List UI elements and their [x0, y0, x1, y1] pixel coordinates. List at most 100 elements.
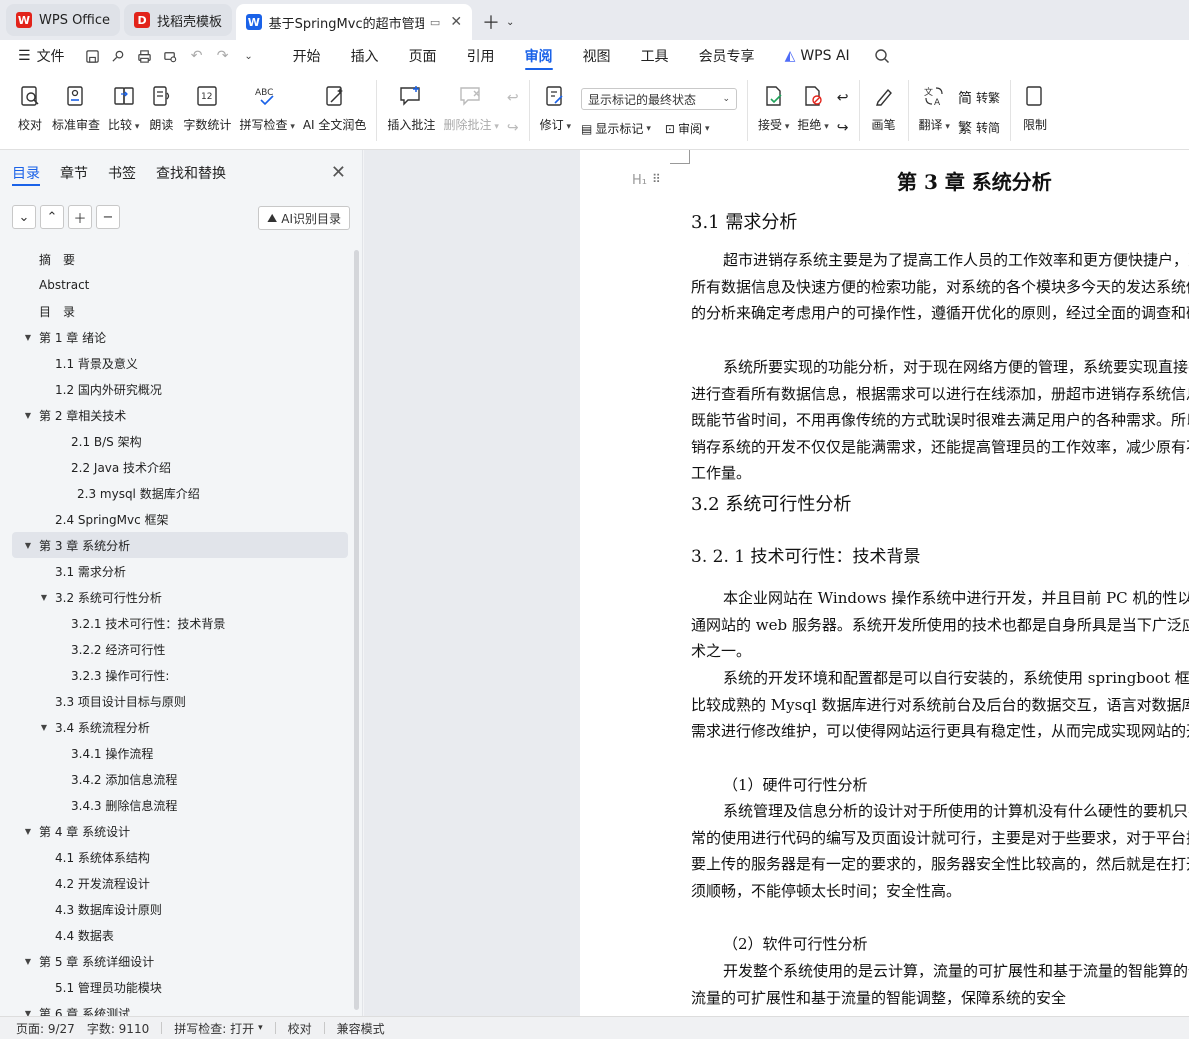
pen-button[interactable]: 画笔 [866, 76, 902, 149]
word-count-indicator[interactable]: 字数: 9110 [87, 1020, 161, 1037]
show-markup-button[interactable]: ▤ 显示标记 ▾ [581, 120, 651, 137]
expand-triangle-icon[interactable]: ▼ [21, 333, 35, 342]
toc-item[interactable]: 3.2.2 经济可行性 [0, 636, 352, 662]
toc-item[interactable]: ▼ 第 1 章 绪论 [0, 324, 352, 350]
toc-item[interactable]: 1.2 国内外研究概况 [0, 376, 352, 402]
expand-triangle-icon[interactable]: ▼ [37, 723, 51, 732]
accept-button[interactable]: 接受 ▾ [754, 76, 793, 149]
toc-item[interactable]: ▼ 第 2 章相关技术 [0, 402, 352, 428]
previous-change-icon[interactable]: ↩ [837, 90, 849, 106]
toc-item[interactable]: 2.3 mysql 数据库介绍 [0, 480, 352, 506]
menu-references[interactable]: 引用 [452, 40, 510, 72]
toc-item[interactable]: 3.2.1 技术可行性：技术背景 [0, 610, 352, 636]
tab-bookmarks[interactable]: 书签 [108, 150, 136, 196]
tab-document[interactable]: W 基于SpringMvc的超市管理系 ▭ ✕ [236, 4, 473, 40]
quick-access-chevron-icon[interactable]: ⌄ [236, 51, 262, 62]
toc-item[interactable]: 2.2 Java 技术介绍 [0, 454, 352, 480]
previous-comment-icon[interactable]: ↩ [507, 90, 519, 106]
toc-item[interactable]: 3.2.3 操作可行性: [0, 662, 352, 688]
expand-triangle-icon[interactable]: ▼ [21, 827, 35, 836]
compare-button[interactable]: 比较 ▾ [104, 76, 143, 149]
delete-comment-button[interactable]: 删除批注 ▾ [439, 76, 502, 149]
document-page[interactable]: H₁ ⠿ 第 3 章 系统分析 3.1 需求分析 超市进销存系统主要是为了提高工… [580, 150, 1189, 1016]
toc-scrollbar[interactable] [354, 250, 359, 1010]
spell-check-status[interactable]: 拼写检查: 打开 ▾ [174, 1020, 274, 1037]
read-aloud-button[interactable]: 朗读 [143, 76, 179, 149]
save-icon[interactable] [80, 49, 106, 64]
close-pane-icon[interactable]: ✕ [331, 162, 346, 183]
tab-templates[interactable]: D 找稻壳模板 [124, 4, 233, 36]
track-changes-button[interactable]: 修订 ▾ [536, 76, 575, 149]
expand-triangle-icon[interactable]: ▼ [21, 957, 35, 966]
page-indicator[interactable]: 页面: 9/27 [16, 1020, 87, 1037]
tab-wps-office[interactable]: W WPS Office [6, 4, 121, 36]
tab-find-replace[interactable]: 查找和替换 [156, 150, 226, 196]
print-icon[interactable] [132, 49, 158, 64]
search-icon[interactable] [869, 48, 895, 64]
toc-item[interactable]: 3.4.2 添加信息流程 [0, 766, 352, 792]
toc-item[interactable]: 3.4.1 操作流程 [0, 740, 352, 766]
insert-comment-button[interactable]: 插入批注 [383, 76, 439, 149]
add-heading-plus-icon[interactable]: ＋ [68, 205, 92, 229]
menu-tools[interactable]: 工具 [626, 40, 684, 72]
next-change-icon[interactable]: ↪ [837, 120, 849, 136]
new-tab-button[interactable]: ＋ [476, 4, 506, 40]
redo-icon[interactable]: ↷ [210, 48, 236, 64]
toc-item[interactable]: Abstract [0, 272, 352, 298]
collapse-chevron-up-icon[interactable]: ⌃ [40, 205, 64, 229]
expand-triangle-icon[interactable]: ▼ [21, 1009, 35, 1017]
heading-marker-icon[interactable]: H₁ [632, 173, 647, 188]
toc-item[interactable]: 5.1 管理员功能模块 [0, 974, 352, 1000]
toc-item[interactable]: ▼ 第 4 章 系统设计 [0, 818, 352, 844]
undo-icon[interactable]: ↶ [184, 48, 210, 64]
toc-item[interactable]: 3.4.3 删除信息流程 [0, 792, 352, 818]
menu-view[interactable]: 视图 [568, 40, 626, 72]
to-simplified-button[interactable]: 繁 转简 [958, 118, 1000, 138]
toc-item[interactable]: ▼ 3.2 系统可行性分析 [0, 584, 352, 610]
reviewing-pane-button[interactable]: ⊡ 审阅 ▾ [665, 120, 710, 137]
ai-recognize-toc-button[interactable]: ⛰ AI识别目录 [258, 206, 350, 230]
ai-polish-button[interactable]: AI 全文润色 [299, 76, 371, 149]
toc-item[interactable]: ▼ 第 6 章 系统测试 [0, 1000, 352, 1017]
print-preview-icon[interactable] [158, 49, 184, 64]
toc-item[interactable]: 3.3 项目设计目标与原则 [0, 688, 352, 714]
expand-chevron-down-icon[interactable]: ⌄ [12, 205, 36, 229]
close-tab-icon[interactable]: ✕ [450, 14, 462, 30]
toc-item[interactable]: 目 录 [0, 298, 352, 324]
toc-item[interactable]: 3.1 需求分析 [0, 558, 352, 584]
menu-wps-ai[interactable]: ◭ WPS AI [770, 40, 865, 72]
reject-button[interactable]: 拒绝 ▾ [793, 76, 832, 149]
markup-display-select[interactable]: 显示标记的最终状态 ⌄ [580, 88, 737, 110]
to-traditional-button[interactable]: 简 转繁 [958, 88, 1000, 108]
remove-heading-minus-icon[interactable]: − [96, 205, 120, 229]
toc-item[interactable]: 2.1 B/S 架构 [0, 428, 352, 454]
menu-review[interactable]: 审阅 [510, 40, 568, 72]
tab-toc[interactable]: 目录 [12, 150, 40, 196]
toc-item[interactable]: ▼ 3.4 系统流程分析 [0, 714, 352, 740]
menu-page[interactable]: 页面 [394, 40, 452, 72]
expand-triangle-icon[interactable]: ▼ [21, 541, 35, 550]
tab-list-chevron-icon[interactable]: ⌄ [506, 4, 514, 40]
word-count-button[interactable]: 12 字数统计 [179, 76, 235, 149]
menu-membership[interactable]: 会员专享 [684, 40, 770, 72]
next-comment-icon[interactable]: ↪ [507, 120, 519, 136]
drag-handle-icon[interactable]: ⠿ [652, 172, 661, 186]
standard-review-button[interactable]: 标准审查 [48, 76, 104, 149]
toc-item[interactable]: ▼ 第 3 章 系统分析 [12, 532, 348, 558]
link-icon[interactable] [106, 49, 132, 64]
expand-triangle-icon[interactable]: ▼ [21, 411, 35, 420]
file-menu[interactable]: ☰ 文件 [0, 40, 80, 72]
menu-home[interactable]: 开始 [278, 40, 336, 72]
toc-item[interactable]: 4.2 开发流程设计 [0, 870, 352, 896]
proofread-button[interactable]: 校对 [12, 76, 48, 149]
toc-item[interactable]: ▼ 第 5 章 系统详细设计 [0, 948, 352, 974]
proof-status[interactable]: 校对 [288, 1020, 324, 1037]
toc-item[interactable]: 4.4 数据表 [0, 922, 352, 948]
toc-item[interactable]: 2.4 SpringMvc 框架 [0, 506, 352, 532]
menu-insert[interactable]: 插入 [336, 40, 394, 72]
monitor-icon[interactable]: ▭ [430, 16, 440, 29]
translate-button[interactable]: 文A 翻译 ▾ [915, 76, 954, 149]
toc-item[interactable]: 4.3 数据库设计原则 [0, 896, 352, 922]
toc-item[interactable]: 1.1 背景及意义 [0, 350, 352, 376]
expand-triangle-icon[interactable]: ▼ [37, 593, 51, 602]
